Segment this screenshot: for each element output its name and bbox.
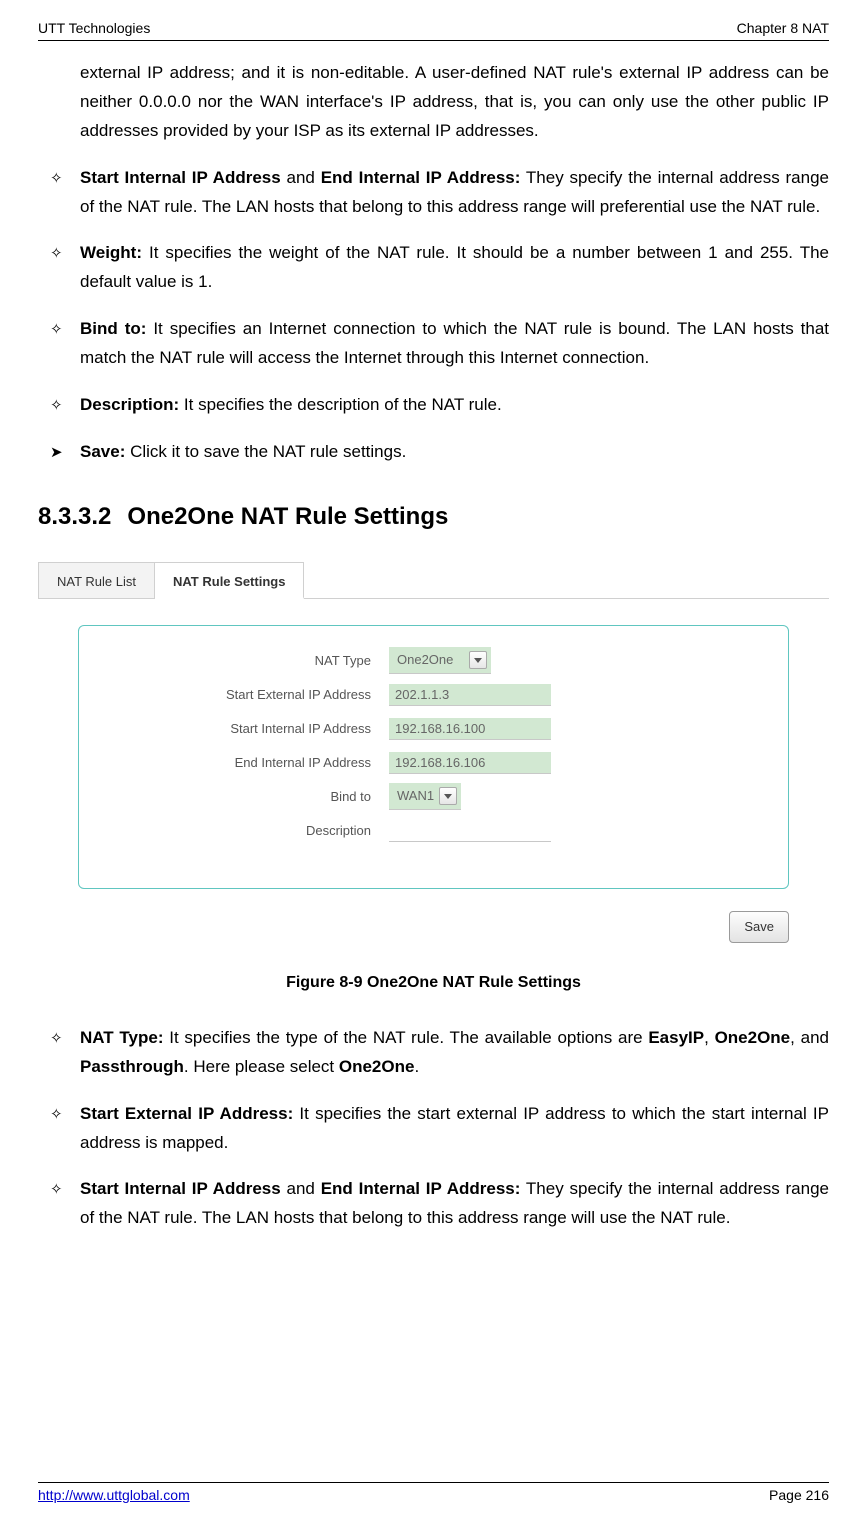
row-description: Description [91,814,776,848]
row-start-external-ip: Start External IP Address [91,678,776,712]
list-item: ✧ Bind to: It specifies an Internet conn… [50,315,829,373]
description-input[interactable] [389,820,551,842]
start-internal-ip-input[interactable] [389,718,551,740]
bind-to-value: WAN1 [397,785,434,807]
bullet-text: Start Internal IP Address and End Intern… [80,1175,829,1233]
bullet-text: Start Internal IP Address and End Intern… [80,164,829,222]
tab-spacer [304,562,829,598]
footer-page: Page 216 [769,1487,829,1503]
tab-nat-rule-list[interactable]: NAT Rule List [38,562,155,598]
ui-screenshot: NAT Rule List NAT Rule Settings NAT Type… [38,562,829,943]
row-start-internal-ip: Start Internal IP Address [91,712,776,746]
bind-to-select[interactable]: WAN1 [389,783,461,810]
list-item: ✧ Description: It specifies the descript… [50,391,829,420]
nat-type-value: One2One [397,649,453,671]
bullet-text: Description: It specifies the descriptio… [80,391,829,420]
bullet-text: Save: Click it to save the NAT rule sett… [80,438,829,467]
diamond-icon: ✧ [50,391,80,420]
label-nat-type: NAT Type [91,650,389,672]
settings-panel: NAT Type One2One Start External IP Addre… [78,625,789,889]
row-end-internal-ip: End Internal IP Address [91,746,776,780]
header-left: UTT Technologies [38,20,150,36]
doc-footer: http://www.uttglobal.com Page 216 [38,1482,829,1503]
diamond-icon: ✧ [50,1175,80,1233]
label-description: Description [91,820,389,842]
bullet-text: Bind to: It specifies an Internet connec… [80,315,829,373]
chevron-down-icon [469,651,487,669]
section-number: 8.3.3.2 [38,503,111,530]
tab-nat-rule-settings[interactable]: NAT Rule Settings [155,562,304,599]
doc-header: UTT Technologies Chapter 8 NAT [38,20,829,41]
list-item: ✧ NAT Type: It specifies the type of the… [50,1024,829,1082]
diamond-icon: ✧ [50,315,80,373]
section-title: One2One NAT Rule Settings [127,503,448,530]
list-item: ✧ Start Internal IP Address and End Inte… [50,164,829,222]
diamond-icon: ✧ [50,1100,80,1158]
nat-type-select[interactable]: One2One [389,647,491,674]
bullet-text: Weight: It specifies the weight of the N… [80,239,829,297]
bullet-text: Start External IP Address: It specifies … [80,1100,829,1158]
label-bind-to: Bind to [91,786,389,808]
row-bind-to: Bind to WAN1 [91,780,776,814]
header-right: Chapter 8 NAT [737,20,829,36]
figure-caption: Figure 8-9 One2One NAT Rule Settings [38,969,829,996]
list-item: ✧ Start Internal IP Address and End Inte… [50,1175,829,1233]
label-start-external-ip: Start External IP Address [91,684,389,706]
start-external-ip-input[interactable] [389,684,551,706]
list-item: ➤ Save: Click it to save the NAT rule se… [50,438,829,467]
arrow-icon: ➤ [50,438,80,467]
paragraph-intro: external IP address; and it is non-edita… [80,59,829,146]
tabbar: NAT Rule List NAT Rule Settings [38,562,829,599]
diamond-icon: ✧ [50,1024,80,1082]
end-internal-ip-input[interactable] [389,752,551,774]
label-start-internal-ip: Start Internal IP Address [91,718,389,740]
row-nat-type: NAT Type One2One [91,644,776,678]
diamond-icon: ✧ [50,164,80,222]
list-item: ✧ Start External IP Address: It specifie… [50,1100,829,1158]
list-item: ✧ Weight: It specifies the weight of the… [50,239,829,297]
label-end-internal-ip: End Internal IP Address [91,752,389,774]
diamond-icon: ✧ [50,239,80,297]
bullet-text: NAT Type: It specifies the type of the N… [80,1024,829,1082]
save-button[interactable]: Save [729,911,789,943]
section-heading: 8.3.3.2 One2One NAT Rule Settings [38,497,829,538]
footer-url[interactable]: http://www.uttglobal.com [38,1487,190,1503]
content-body: external IP address; and it is non-edita… [38,59,829,1233]
chevron-down-icon [439,787,457,805]
